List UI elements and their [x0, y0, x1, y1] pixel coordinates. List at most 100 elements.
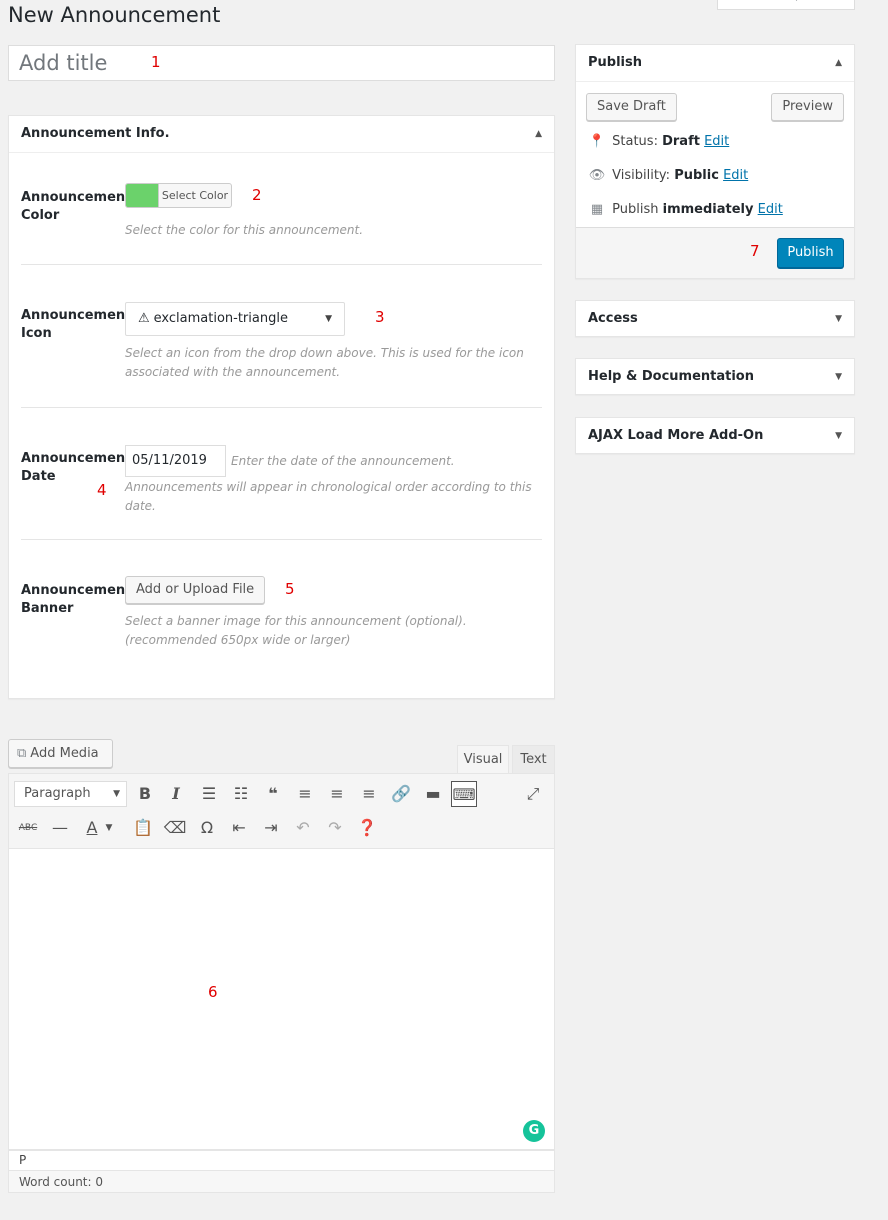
banner-field-label: Announcement Banner — [21, 583, 132, 616]
edit-visibility-link[interactable]: Edit — [723, 168, 748, 183]
status-row: 📍 Status: Draft Edit — [586, 132, 729, 152]
blockquote-icon[interactable]: ❝ — [260, 781, 286, 807]
announcement-info-header[interactable]: Announcement Info. ▲ — [9, 116, 554, 153]
read-more-icon[interactable]: ▬ — [420, 781, 446, 807]
ajax-title: AJAX Load More Add-On — [588, 428, 764, 443]
visibility-row: 👁 Visibility: Public Edit — [586, 166, 749, 186]
chevron-down-icon: ▼ — [113, 789, 120, 799]
icon-select-value: exclamation-triangle — [153, 311, 288, 326]
access-title: Access — [588, 311, 638, 326]
date-input[interactable]: 05/11/2019 — [125, 445, 226, 477]
ajax-header[interactable]: AJAX Load More Add-On ▼ — [576, 418, 854, 455]
announcement-info-title: Announcement Info. — [21, 126, 170, 141]
align-right-icon[interactable]: ≡ — [356, 781, 382, 807]
icon-select[interactable]: ⚠ exclamation-triangle ▼ — [125, 302, 345, 336]
collapse-arrow-icon[interactable]: ▲ — [535, 116, 542, 152]
special-character-icon[interactable]: Ω — [194, 815, 220, 841]
screen-options-button[interactable]: Screen Options — [717, 0, 855, 10]
strikethrough-icon[interactable]: ABC — [15, 815, 41, 841]
annotation-1: 1 — [151, 53, 161, 71]
toolbar-toggle-icon[interactable]: ⌨ — [451, 781, 477, 807]
status-value: Draft — [662, 134, 700, 149]
divider — [21, 407, 542, 408]
expand-arrow-icon[interactable]: ▼ — [835, 359, 842, 395]
color-field-desc: Select the color for this announcement. — [125, 223, 364, 237]
element-path: P — [8, 1150, 555, 1171]
annotation-2: 2 — [252, 186, 262, 204]
icon-field-label: Announcement Icon — [21, 308, 132, 341]
annotation-5: 5 — [285, 580, 295, 598]
access-box[interactable]: Access ▼ — [575, 300, 855, 337]
help-header[interactable]: Help & Documentation ▼ — [576, 359, 854, 396]
help-box[interactable]: Help & Documentation ▼ — [575, 358, 855, 395]
annotation-7: 7 — [750, 242, 760, 260]
indent-icon[interactable]: ⇥ — [258, 815, 284, 841]
help-title: Help & Documentation — [588, 369, 754, 384]
publish-button[interactable]: Publish — [777, 238, 844, 268]
edit-status-link[interactable]: Edit — [704, 134, 729, 149]
undo-icon[interactable]: ↶ — [290, 815, 316, 841]
page-title: New Announcement — [8, 3, 221, 27]
horizontal-line-icon[interactable]: — — [47, 815, 73, 841]
publish-box-title: Publish — [588, 55, 642, 70]
pin-icon: 📍 — [588, 134, 606, 149]
expand-arrow-icon[interactable]: ▼ — [835, 418, 842, 454]
visibility-value: Public — [674, 168, 719, 183]
warning-triangle-icon: ⚠ — [138, 311, 150, 326]
date-field-desc: Announcements will appear in chronologic… — [125, 480, 532, 513]
divider — [21, 539, 542, 540]
tab-text[interactable]: Text — [512, 745, 555, 773]
expand-arrow-icon[interactable]: ▼ — [835, 301, 842, 337]
publish-header[interactable]: Publish ▲ — [576, 45, 854, 82]
chevron-down-icon: ▼ — [325, 314, 332, 324]
bullet-list-icon[interactable]: ☰ — [196, 781, 222, 807]
icon-field-desc: Select an icon from the drop down above.… — [125, 346, 524, 379]
schedule-label: Publish — [612, 202, 659, 217]
add-media-label: Add Media — [30, 746, 99, 761]
visibility-label: Visibility: — [612, 168, 671, 183]
help-icon[interactable]: ❓ — [354, 815, 380, 841]
align-center-icon[interactable]: ≡ — [324, 781, 350, 807]
tab-visual[interactable]: Visual — [457, 745, 509, 773]
title-input[interactable]: Add title — [8, 45, 555, 81]
clear-formatting-icon[interactable]: ⌫ — [162, 815, 188, 841]
access-header[interactable]: Access ▼ — [576, 301, 854, 338]
color-swatch — [126, 184, 158, 207]
add-upload-file-button[interactable]: Add or Upload File — [125, 576, 266, 604]
word-count: Word count: 0 — [8, 1171, 555, 1193]
add-media-button[interactable]: ⧉ Add Media — [8, 739, 113, 768]
select-color-button[interactable]: Select Color — [125, 183, 232, 208]
paste-text-icon[interactable]: 📋 — [130, 815, 156, 841]
calendar-icon: ▦ — [590, 202, 604, 217]
format-select-value: Paragraph — [24, 786, 91, 801]
redo-icon[interactable]: ↷ — [322, 815, 348, 841]
italic-icon[interactable]: I — [163, 781, 189, 807]
align-left-icon[interactable]: ≡ — [292, 781, 318, 807]
chevron-down-icon[interactable]: ▼ — [102, 815, 116, 841]
editor-content-area[interactable] — [8, 849, 555, 1150]
save-draft-button[interactable]: Save Draft — [586, 93, 677, 121]
select-color-label: Select Color — [158, 184, 231, 207]
edit-schedule-link[interactable]: Edit — [758, 202, 783, 217]
color-field-label: Announcement Color — [21, 190, 132, 223]
fullscreen-icon[interactable]: ⤢ — [520, 781, 546, 807]
bold-icon[interactable]: B — [132, 781, 158, 807]
ajax-box[interactable]: AJAX Load More Add-On ▼ — [575, 417, 855, 454]
status-label: Status: — [612, 134, 658, 149]
eye-icon: 👁 — [588, 168, 606, 183]
format-select[interactable]: Paragraph ▼ — [14, 781, 127, 807]
collapse-arrow-icon[interactable]: ▲ — [835, 45, 842, 81]
date-inline-desc: Enter the date of the announcement. — [231, 454, 455, 468]
divider — [21, 264, 542, 265]
schedule-value: immediately — [662, 202, 754, 217]
link-icon[interactable]: 🔗 — [388, 781, 414, 807]
numbered-list-icon[interactable]: ☷ — [228, 781, 254, 807]
annotation-6: 6 — [208, 983, 218, 1001]
publish-actions: 7 Publish — [576, 227, 854, 278]
annotation-4: 4 — [97, 481, 107, 499]
preview-button[interactable]: Preview — [771, 93, 844, 121]
outdent-icon[interactable]: ⇤ — [226, 815, 252, 841]
banner-field-desc: Select a banner image for this announcem… — [125, 614, 467, 647]
grammarly-icon[interactable]: G — [523, 1120, 545, 1142]
media-icon: ⧉ — [17, 746, 27, 761]
